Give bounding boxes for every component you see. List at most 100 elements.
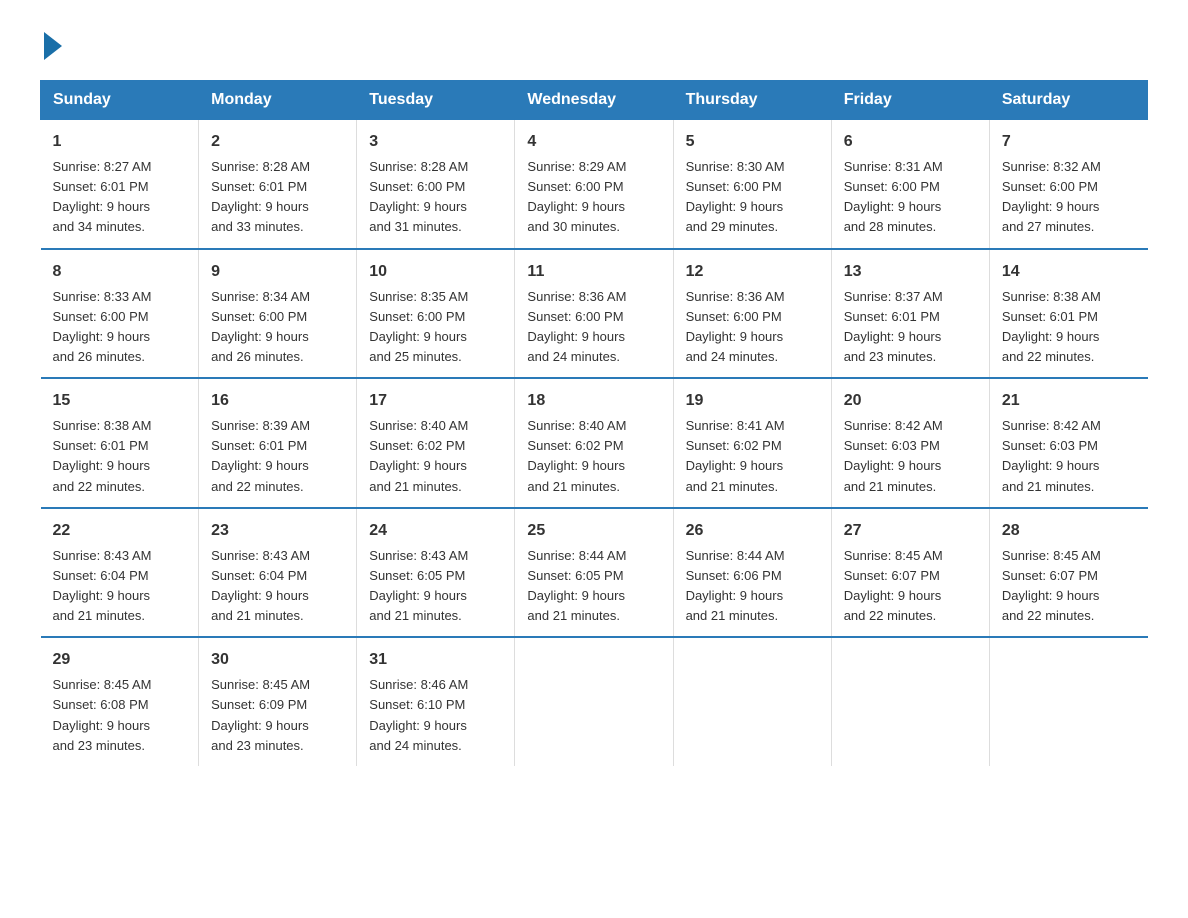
- day-info: Sunrise: 8:27 AM Sunset: 6:01 PM Dayligh…: [53, 157, 187, 238]
- day-info: Sunrise: 8:34 AM Sunset: 6:00 PM Dayligh…: [211, 287, 344, 368]
- calendar-cell: 17 Sunrise: 8:40 AM Sunset: 6:02 PM Dayl…: [357, 378, 515, 508]
- day-info: Sunrise: 8:37 AM Sunset: 6:01 PM Dayligh…: [844, 287, 977, 368]
- day-number: 12: [686, 260, 819, 284]
- calendar-cell: 25 Sunrise: 8:44 AM Sunset: 6:05 PM Dayl…: [515, 508, 673, 638]
- calendar-cell: 4 Sunrise: 8:29 AM Sunset: 6:00 PM Dayli…: [515, 120, 673, 249]
- day-info: Sunrise: 8:44 AM Sunset: 6:06 PM Dayligh…: [686, 546, 819, 627]
- day-info: Sunrise: 8:30 AM Sunset: 6:00 PM Dayligh…: [686, 157, 819, 238]
- day-info: Sunrise: 8:28 AM Sunset: 6:01 PM Dayligh…: [211, 157, 344, 238]
- day-info: Sunrise: 8:41 AM Sunset: 6:02 PM Dayligh…: [686, 416, 819, 497]
- calendar-cell: [515, 637, 673, 766]
- day-info: Sunrise: 8:43 AM Sunset: 6:05 PM Dayligh…: [369, 546, 502, 627]
- calendar-cell: 19 Sunrise: 8:41 AM Sunset: 6:02 PM Dayl…: [673, 378, 831, 508]
- day-number: 26: [686, 519, 819, 543]
- day-number: 27: [844, 519, 977, 543]
- day-info: Sunrise: 8:38 AM Sunset: 6:01 PM Dayligh…: [1002, 287, 1136, 368]
- calendar-cell: [673, 637, 831, 766]
- day-number: 9: [211, 260, 344, 284]
- day-info: Sunrise: 8:43 AM Sunset: 6:04 PM Dayligh…: [211, 546, 344, 627]
- calendar-cell: 2 Sunrise: 8:28 AM Sunset: 6:01 PM Dayli…: [199, 120, 357, 249]
- day-number: 22: [53, 519, 187, 543]
- week-row-2: 8 Sunrise: 8:33 AM Sunset: 6:00 PM Dayli…: [41, 249, 1148, 379]
- day-number: 10: [369, 260, 502, 284]
- calendar-cell: 28 Sunrise: 8:45 AM Sunset: 6:07 PM Dayl…: [989, 508, 1147, 638]
- day-info: Sunrise: 8:42 AM Sunset: 6:03 PM Dayligh…: [844, 416, 977, 497]
- day-number: 19: [686, 389, 819, 413]
- calendar-cell: 13 Sunrise: 8:37 AM Sunset: 6:01 PM Dayl…: [831, 249, 989, 379]
- day-number: 15: [53, 389, 187, 413]
- header-day-sunday: Sunday: [41, 81, 199, 120]
- week-row-3: 15 Sunrise: 8:38 AM Sunset: 6:01 PM Dayl…: [41, 378, 1148, 508]
- calendar-cell: 30 Sunrise: 8:45 AM Sunset: 6:09 PM Dayl…: [199, 637, 357, 766]
- day-info: Sunrise: 8:36 AM Sunset: 6:00 PM Dayligh…: [686, 287, 819, 368]
- day-number: 18: [527, 389, 660, 413]
- calendar-cell: 11 Sunrise: 8:36 AM Sunset: 6:00 PM Dayl…: [515, 249, 673, 379]
- day-number: 23: [211, 519, 344, 543]
- day-info: Sunrise: 8:38 AM Sunset: 6:01 PM Dayligh…: [53, 416, 187, 497]
- day-info: Sunrise: 8:45 AM Sunset: 6:07 PM Dayligh…: [1002, 546, 1136, 627]
- day-info: Sunrise: 8:40 AM Sunset: 6:02 PM Dayligh…: [527, 416, 660, 497]
- calendar-cell: 3 Sunrise: 8:28 AM Sunset: 6:00 PM Dayli…: [357, 120, 515, 249]
- day-number: 3: [369, 130, 502, 154]
- calendar-cell: 6 Sunrise: 8:31 AM Sunset: 6:00 PM Dayli…: [831, 120, 989, 249]
- day-number: 1: [53, 130, 187, 154]
- calendar-table: SundayMondayTuesdayWednesdayThursdayFrid…: [40, 80, 1148, 766]
- day-number: 8: [53, 260, 187, 284]
- day-number: 17: [369, 389, 502, 413]
- calendar-cell: [989, 637, 1147, 766]
- day-number: 29: [53, 648, 187, 672]
- day-info: Sunrise: 8:45 AM Sunset: 6:09 PM Dayligh…: [211, 675, 344, 756]
- calendar-header: SundayMondayTuesdayWednesdayThursdayFrid…: [41, 81, 1148, 120]
- calendar-cell: 1 Sunrise: 8:27 AM Sunset: 6:01 PM Dayli…: [41, 120, 199, 249]
- calendar-cell: 18 Sunrise: 8:40 AM Sunset: 6:02 PM Dayl…: [515, 378, 673, 508]
- calendar-cell: 14 Sunrise: 8:38 AM Sunset: 6:01 PM Dayl…: [989, 249, 1147, 379]
- day-number: 11: [527, 260, 660, 284]
- day-info: Sunrise: 8:44 AM Sunset: 6:05 PM Dayligh…: [527, 546, 660, 627]
- calendar-cell: 21 Sunrise: 8:42 AM Sunset: 6:03 PM Dayl…: [989, 378, 1147, 508]
- calendar-cell: 15 Sunrise: 8:38 AM Sunset: 6:01 PM Dayl…: [41, 378, 199, 508]
- calendar-cell: 16 Sunrise: 8:39 AM Sunset: 6:01 PM Dayl…: [199, 378, 357, 508]
- day-number: 25: [527, 519, 660, 543]
- calendar-cell: 10 Sunrise: 8:35 AM Sunset: 6:00 PM Dayl…: [357, 249, 515, 379]
- day-number: 2: [211, 130, 344, 154]
- day-info: Sunrise: 8:33 AM Sunset: 6:00 PM Dayligh…: [53, 287, 187, 368]
- header-row: SundayMondayTuesdayWednesdayThursdayFrid…: [41, 81, 1148, 120]
- header-day-tuesday: Tuesday: [357, 81, 515, 120]
- day-number: 4: [527, 130, 660, 154]
- calendar-cell: 12 Sunrise: 8:36 AM Sunset: 6:00 PM Dayl…: [673, 249, 831, 379]
- week-row-5: 29 Sunrise: 8:45 AM Sunset: 6:08 PM Dayl…: [41, 637, 1148, 766]
- day-info: Sunrise: 8:45 AM Sunset: 6:08 PM Dayligh…: [53, 675, 187, 756]
- day-info: Sunrise: 8:39 AM Sunset: 6:01 PM Dayligh…: [211, 416, 344, 497]
- day-info: Sunrise: 8:42 AM Sunset: 6:03 PM Dayligh…: [1002, 416, 1136, 497]
- day-number: 7: [1002, 130, 1136, 154]
- calendar-cell: 22 Sunrise: 8:43 AM Sunset: 6:04 PM Dayl…: [41, 508, 199, 638]
- day-number: 21: [1002, 389, 1136, 413]
- day-number: 14: [1002, 260, 1136, 284]
- calendar-body: 1 Sunrise: 8:27 AM Sunset: 6:01 PM Dayli…: [41, 120, 1148, 766]
- day-number: 13: [844, 260, 977, 284]
- header-day-thursday: Thursday: [673, 81, 831, 120]
- day-number: 5: [686, 130, 819, 154]
- header-day-wednesday: Wednesday: [515, 81, 673, 120]
- day-info: Sunrise: 8:28 AM Sunset: 6:00 PM Dayligh…: [369, 157, 502, 238]
- calendar-cell: 29 Sunrise: 8:45 AM Sunset: 6:08 PM Dayl…: [41, 637, 199, 766]
- calendar-cell: 8 Sunrise: 8:33 AM Sunset: 6:00 PM Dayli…: [41, 249, 199, 379]
- calendar-cell: 9 Sunrise: 8:34 AM Sunset: 6:00 PM Dayli…: [199, 249, 357, 379]
- day-info: Sunrise: 8:31 AM Sunset: 6:00 PM Dayligh…: [844, 157, 977, 238]
- day-number: 20: [844, 389, 977, 413]
- calendar-cell: 31 Sunrise: 8:46 AM Sunset: 6:10 PM Dayl…: [357, 637, 515, 766]
- week-row-1: 1 Sunrise: 8:27 AM Sunset: 6:01 PM Dayli…: [41, 120, 1148, 249]
- day-info: Sunrise: 8:40 AM Sunset: 6:02 PM Dayligh…: [369, 416, 502, 497]
- logo-arrow-icon: [44, 32, 62, 60]
- calendar-cell: 7 Sunrise: 8:32 AM Sunset: 6:00 PM Dayli…: [989, 120, 1147, 249]
- calendar-cell: 27 Sunrise: 8:45 AM Sunset: 6:07 PM Dayl…: [831, 508, 989, 638]
- day-info: Sunrise: 8:43 AM Sunset: 6:04 PM Dayligh…: [53, 546, 187, 627]
- header-day-friday: Friday: [831, 81, 989, 120]
- week-row-4: 22 Sunrise: 8:43 AM Sunset: 6:04 PM Dayl…: [41, 508, 1148, 638]
- day-info: Sunrise: 8:35 AM Sunset: 6:00 PM Dayligh…: [369, 287, 502, 368]
- day-number: 31: [369, 648, 502, 672]
- day-number: 16: [211, 389, 344, 413]
- calendar-cell: 23 Sunrise: 8:43 AM Sunset: 6:04 PM Dayl…: [199, 508, 357, 638]
- calendar-cell: 5 Sunrise: 8:30 AM Sunset: 6:00 PM Dayli…: [673, 120, 831, 249]
- header-day-saturday: Saturday: [989, 81, 1147, 120]
